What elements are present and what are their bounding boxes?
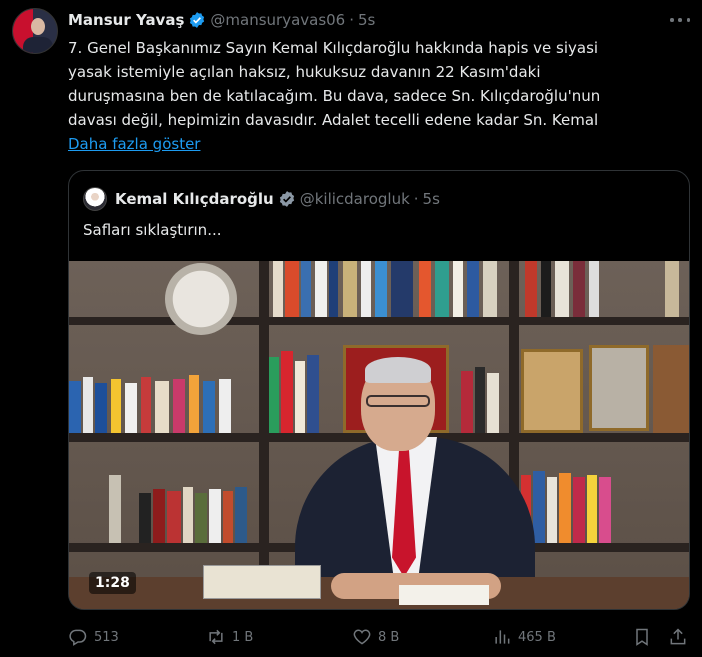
video-player[interactable]: 1:28 <box>69 261 689 609</box>
quoted-author-name: Kemal Kılıçdaroğlu <box>115 190 274 208</box>
reply-button[interactable]: 513 <box>68 624 119 650</box>
tweet-actions: 513 1 B 8 B 465 B <box>68 624 692 650</box>
quoted-tweet-text: Safları sıklaştırın... <box>83 221 222 239</box>
tweet-text-line: duruşmasına ben de katılacağım. Bu dava,… <box>68 87 601 105</box>
quoted-tweet-header: Kemal Kılıçdaroğlu @kilicdarogluk · 5s <box>83 187 440 211</box>
like-icon <box>353 629 371 645</box>
verified-badge-icon <box>279 191 294 207</box>
author-name[interactable]: Mansur Yavaş <box>68 11 184 29</box>
bookmark-icon <box>636 628 648 646</box>
quoted-author-handle: @kilicdarogluk <box>299 190 410 208</box>
repost-icon <box>209 629 223 645</box>
separator: · <box>413 190 419 208</box>
bookmark-button[interactable] <box>632 624 658 650</box>
repost-count: 1 B <box>232 629 254 645</box>
tweet-text: 7. Genel Başkanımız Sayın Kemal Kılıçdar… <box>68 36 668 132</box>
reply-icon <box>69 629 87 646</box>
quoted-tweet-time: 5s <box>422 190 440 208</box>
author-handle[interactable]: @mansuryavas06 <box>210 11 345 29</box>
tweet-time[interactable]: 5s <box>358 11 375 29</box>
share-icon <box>670 628 686 645</box>
more-icon[interactable] <box>670 12 690 28</box>
tweet-text-line: yasak istemiyle açılan haksız, hukuksuz … <box>68 63 541 81</box>
author-avatar[interactable] <box>12 8 58 54</box>
views-button[interactable]: 465 B <box>492 624 556 650</box>
quoted-tweet[interactable]: Kemal Kılıçdaroğlu @kilicdarogluk · 5s S… <box>68 170 690 610</box>
like-button[interactable]: 8 B <box>352 624 399 650</box>
verified-badge-icon <box>190 12 205 28</box>
video-duration: 1:28 <box>89 572 136 594</box>
tweet-text-line: davası değil, hepimizin davasıdır. Adale… <box>68 111 599 129</box>
show-more-link[interactable]: Daha fazla göster <box>68 132 200 156</box>
tweet-header: Mansur Yavaş @mansuryavas06 · 5s <box>68 9 375 31</box>
reply-count: 513 <box>94 629 119 645</box>
separator: · <box>349 11 355 29</box>
views-icon <box>495 630 510 644</box>
views-count: 465 B <box>518 629 556 645</box>
tweet-text-line: 7. Genel Başkanımız Sayın Kemal Kılıçdar… <box>68 39 599 57</box>
repost-button[interactable]: 1 B <box>206 624 253 650</box>
share-button[interactable] <box>668 624 694 650</box>
quoted-author-avatar <box>83 187 107 211</box>
tweet[interactable]: Mansur Yavaş @mansuryavas06 · 5s 7. Gene… <box>0 0 702 657</box>
like-count: 8 B <box>378 629 400 645</box>
